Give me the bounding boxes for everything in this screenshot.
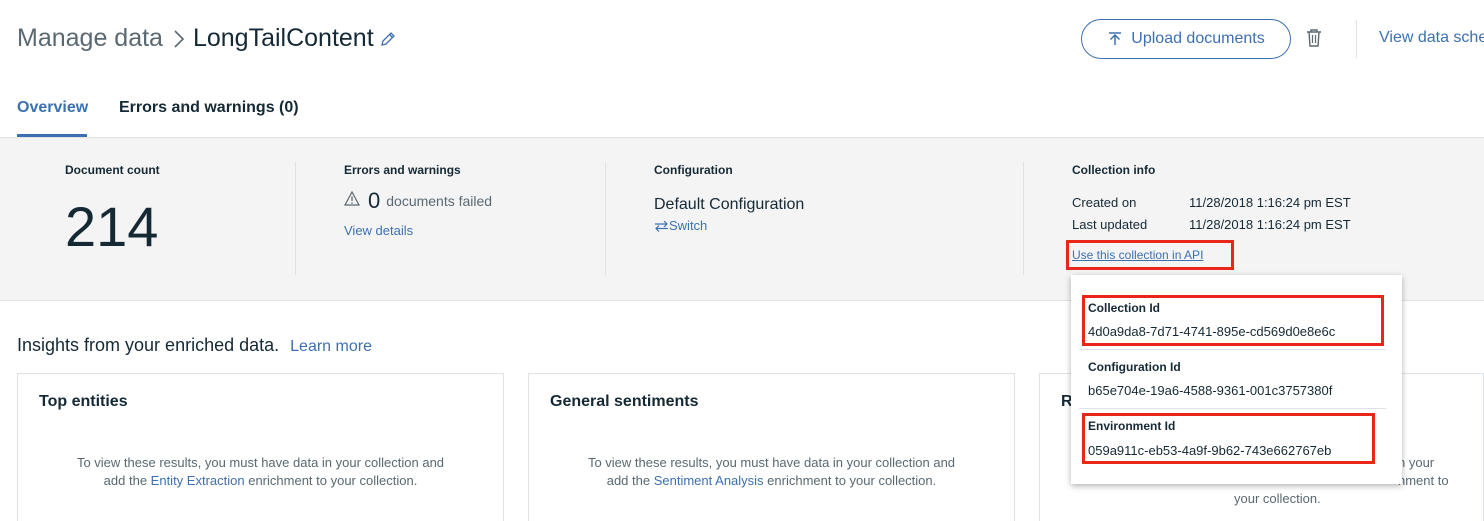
view-data-schema-link[interactable]: View data sche	[1379, 29, 1484, 47]
tab-bar: Overview Errors and warnings (0)	[0, 94, 1484, 138]
card-title: General sentiments	[550, 393, 699, 410]
pencil-icon[interactable]	[380, 31, 396, 47]
insights-heading: Insights from your enriched data. Learn …	[17, 335, 372, 356]
use-collection-in-api-link[interactable]: Use this collection in API	[1066, 240, 1234, 270]
card-message-text: nment to	[1398, 473, 1449, 488]
column-divider	[295, 162, 296, 275]
learn-more-link[interactable]: Learn more	[290, 338, 372, 355]
chevron-right-icon	[173, 29, 185, 49]
card-message-text: enrichment to your collection.	[244, 473, 418, 488]
errors-count: 0	[368, 188, 381, 213]
entity-extraction-link[interactable]: Entity Extraction	[151, 473, 245, 488]
insights-title: Insights from your enriched data.	[17, 335, 280, 355]
last-updated-label: Last updated	[1072, 217, 1148, 232]
document-count-label: Document count	[65, 163, 160, 177]
switch-label: Switch	[669, 218, 708, 233]
errors-text: documents failed	[386, 193, 493, 209]
warning-icon	[343, 190, 361, 211]
sentiment-analysis-link[interactable]: Sentiment Analysis	[654, 473, 764, 488]
configuration-id-label: Configuration Id	[1088, 360, 1181, 374]
card-title: Top entities	[39, 393, 128, 410]
header-divider	[1356, 20, 1357, 58]
column-divider	[605, 162, 606, 275]
collection-info-label: Collection info	[1072, 163, 1156, 177]
card-message: To view these results, you must have dat…	[529, 454, 1014, 490]
top-entities-card: Top entities To view these results, you …	[17, 373, 504, 521]
card-message: To view these results, you must have dat…	[18, 454, 503, 490]
card-message-text: enrichment to your collection.	[763, 473, 937, 488]
card-message-text: your collection.	[1234, 491, 1321, 506]
card-message-text: n your	[1398, 455, 1435, 470]
tab-errors-and-warnings[interactable]: Errors and warnings (0)	[119, 99, 299, 117]
api-info-popover: Collection Id 4d0a9da8-7d71-4741-895e-cd…	[1071, 275, 1402, 484]
general-sentiments-card: General sentiments To view these results…	[528, 373, 1015, 521]
upload-documents-label: Upload documents	[1131, 30, 1265, 47]
view-details-link[interactable]: View details	[344, 223, 413, 238]
created-on-label: Created on	[1072, 195, 1137, 210]
column-divider	[1023, 162, 1024, 275]
configuration-name: Default Configuration	[654, 196, 805, 213]
tab-overview[interactable]: Overview	[17, 99, 88, 117]
document-count-value: 214	[65, 195, 159, 258]
breadcrumb-root[interactable]: Manage data	[17, 24, 163, 53]
upload-documents-button[interactable]: Upload documents	[1081, 19, 1291, 59]
trash-icon[interactable]	[1305, 28, 1323, 53]
active-tab-indicator	[17, 134, 87, 137]
collection-name: LongTailContent	[192, 24, 374, 52]
configuration-id-value[interactable]: b65e704e-19a6-4588-9361-001c3757380f	[1088, 383, 1332, 398]
popover-divider	[1079, 408, 1386, 409]
popover-divider	[1079, 349, 1386, 350]
errors-label: Errors and warnings	[344, 163, 461, 177]
highlight-box	[1082, 295, 1384, 346]
switch-configuration-link[interactable]: Switch	[654, 218, 707, 233]
configuration-label: Configuration	[654, 163, 733, 177]
api-link-label: Use this collection in API	[1072, 248, 1204, 262]
upload-icon	[1109, 32, 1122, 45]
last-updated-value: 11/28/2018 1:16:24 pm EST	[1189, 217, 1351, 232]
created-on-value: 11/28/2018 1:16:24 pm EST	[1189, 195, 1351, 210]
breadcrumb: Manage data LongTailContent	[17, 24, 396, 53]
page-header: Manage data LongTailContent Upload docum…	[0, 0, 1484, 80]
highlight-box	[1082, 413, 1375, 464]
switch-arrows-icon	[655, 220, 668, 232]
errors-row: 0 documents failed	[343, 188, 493, 214]
